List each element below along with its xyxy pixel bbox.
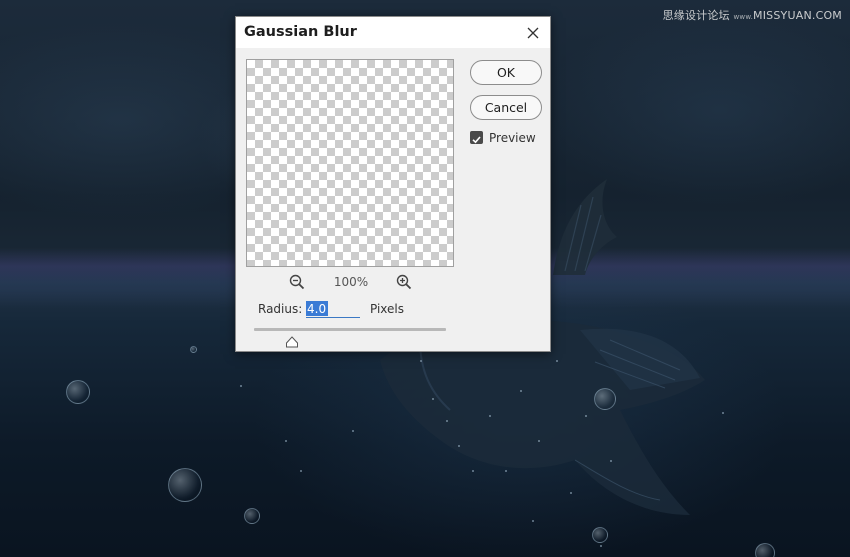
zoom-in-icon	[396, 274, 412, 290]
particle	[600, 545, 602, 547]
slider-handle-icon	[286, 336, 298, 348]
particle	[722, 412, 724, 414]
particle	[556, 360, 558, 362]
bubble	[66, 380, 90, 404]
cancel-button[interactable]: Cancel	[470, 95, 542, 120]
radius-unit: Pixels	[370, 302, 405, 316]
zoom-in-button[interactable]	[395, 273, 413, 291]
dialog-title: Gaussian Blur	[244, 24, 357, 40]
ok-button[interactable]: OK	[470, 60, 542, 85]
particle	[532, 520, 534, 522]
particle	[538, 440, 540, 442]
particle	[505, 470, 507, 472]
bubble	[190, 346, 197, 353]
close-button[interactable]	[522, 22, 544, 44]
watermark-separator: www.	[733, 13, 754, 21]
gaussian-blur-dialog: Gaussian Blur 100% Radius: 4.0 Pixels OK…	[235, 16, 551, 352]
zoom-out-button[interactable]	[288, 273, 306, 291]
bubble	[592, 527, 608, 543]
watermark: 思缘设计论坛 www.MISSYUAN.COM	[663, 7, 842, 23]
bubble	[168, 468, 202, 502]
zoom-controls: 100%	[246, 273, 454, 293]
close-icon	[527, 27, 539, 39]
particle	[432, 398, 434, 400]
particle	[352, 430, 354, 432]
particle	[585, 415, 587, 417]
particle	[472, 470, 474, 472]
particle	[458, 445, 460, 447]
particle	[489, 415, 491, 417]
zoom-out-icon	[289, 274, 305, 290]
particle	[446, 420, 448, 422]
bubble	[594, 388, 616, 410]
radius-input[interactable]	[306, 300, 360, 318]
preview-label: Preview	[489, 131, 536, 145]
particle	[285, 440, 287, 442]
fish-dorsal-fin	[553, 179, 617, 275]
particle	[240, 385, 242, 387]
radius-label: Radius:	[258, 302, 303, 316]
bubble	[244, 508, 260, 524]
watermark-site-cn: 思缘设计论坛	[662, 9, 730, 22]
particle	[520, 390, 522, 392]
blur-preview-canvas[interactable]	[246, 59, 454, 267]
dialog-titlebar[interactable]: Gaussian Blur	[236, 17, 550, 48]
particle	[300, 470, 302, 472]
particle	[610, 460, 612, 462]
bubble	[755, 543, 775, 557]
preview-checkbox[interactable]	[470, 131, 483, 144]
radius-slider-handle[interactable]	[285, 333, 299, 348]
particle	[570, 492, 572, 494]
radius-slider-track[interactable]	[254, 328, 446, 331]
particle	[420, 360, 422, 362]
watermark-site-url: MISSYUAN.COM	[753, 9, 842, 22]
zoom-level: 100%	[333, 275, 369, 289]
checkmark-icon	[472, 136, 481, 144]
